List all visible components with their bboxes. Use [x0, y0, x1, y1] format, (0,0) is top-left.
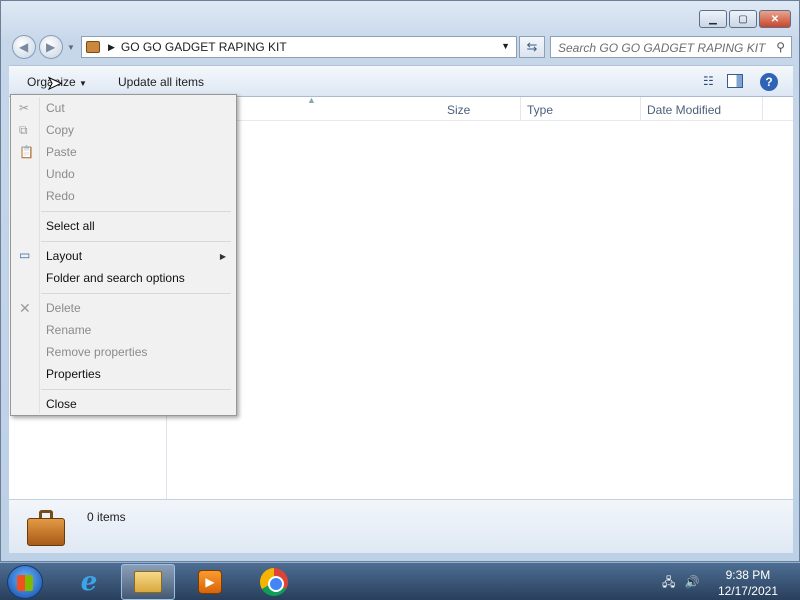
back-button[interactable]: ◀ — [12, 35, 36, 59]
menu-item-folder-options[interactable]: Folder and search options — [46, 271, 185, 285]
sort-arrow-icon: ▲ — [307, 95, 316, 105]
menu-item-paste[interactable]: Paste — [46, 145, 77, 159]
close-button[interactable]: ✕ — [759, 10, 791, 28]
layout-icon: ▭ — [19, 248, 31, 262]
taskbar-chrome[interactable] — [247, 564, 301, 600]
clock[interactable]: 9:38 PM 12/17/2021 — [718, 567, 778, 599]
copy-icon: ⧉ — [19, 123, 28, 137]
taskbar-media-player[interactable]: ▶ — [183, 564, 237, 600]
clock-time: 9:38 PM — [725, 568, 771, 582]
menu-separator — [41, 389, 231, 390]
preview-pane-icon[interactable] — [727, 74, 743, 88]
menu-item-undo[interactable]: Undo — [46, 167, 75, 181]
taskbar: e ▶ 🖧 🔊 9:38 PM 12/17/2021 — [0, 562, 800, 600]
menu-item-copy[interactable]: Copy — [46, 123, 74, 137]
command-bar: Organize ▼ Update all items ☷ ▼ ? — [9, 65, 793, 97]
taskbar-internet-explorer[interactable]: e — [62, 564, 116, 600]
system-tray: 🖧 🔊 — [662, 573, 700, 594]
column-divider[interactable] — [762, 97, 763, 121]
address-path[interactable]: GO GO GADGET RAPING KIT — [121, 40, 287, 54]
scissors-icon: ✂ — [19, 101, 30, 115]
menu-separator — [41, 211, 231, 212]
search-input[interactable]: Search GO GO GADGET RAPING KIT ⚲ — [550, 36, 792, 58]
menu-item-delete[interactable]: Delete — [46, 301, 81, 315]
search-placeholder: Search GO GO GADGET RAPING KIT — [558, 41, 766, 55]
chrome-icon — [260, 568, 288, 596]
menu-item-rename[interactable]: Rename — [46, 323, 91, 337]
menu-separator — [41, 293, 231, 294]
briefcase-icon — [86, 41, 100, 53]
column-size[interactable]: Size — [447, 103, 470, 117]
column-headers: ▲ Size Type Date Modified — [167, 95, 793, 121]
maximize-button[interactable]: ▢ — [729, 10, 757, 28]
breadcrumb-chevron-icon[interactable]: ▶ — [108, 42, 115, 53]
menu-item-cut[interactable]: Cut — [46, 101, 65, 115]
media-player-icon: ▶ — [198, 570, 222, 594]
caption-buttons: ▁ ▢ ✕ — [699, 10, 791, 28]
column-divider[interactable] — [520, 97, 521, 121]
chevron-down-icon: ▼ — [79, 79, 87, 88]
search-icon[interactable]: ⚲ — [776, 40, 785, 54]
recent-pages-dropdown[interactable]: ▼ — [67, 43, 75, 52]
delete-icon: ✕ — [19, 300, 31, 316]
volume-icon[interactable]: 🔊 — [685, 575, 700, 589]
back-arrow-icon: ◀ — [19, 40, 29, 54]
menu-item-properties[interactable]: Properties — [46, 367, 101, 381]
menu-item-select-all[interactable]: Select all — [46, 219, 95, 233]
start-button[interactable] — [7, 565, 43, 599]
item-count: 0 items — [87, 510, 126, 524]
forward-button[interactable]: ▶ — [39, 35, 63, 59]
menu-item-layout[interactable]: Layout — [46, 249, 82, 263]
column-type[interactable]: Type — [527, 103, 553, 117]
organize-menu: ✂ Cut ⧉ Copy 📋 Paste Undo Redo Select al… — [10, 94, 237, 416]
windows-logo-icon — [17, 575, 33, 591]
forward-arrow-icon: ▶ — [46, 40, 56, 54]
menu-item-redo[interactable]: Redo — [46, 189, 75, 203]
briefcase-icon — [27, 508, 67, 546]
minimize-button[interactable]: ▁ — [699, 10, 727, 28]
column-divider[interactable] — [640, 97, 641, 121]
windows-explorer-icon — [134, 571, 162, 593]
clock-date: 12/17/2021 — [717, 584, 778, 598]
help-icon[interactable]: ? — [760, 73, 778, 91]
details-pane: 0 items — [9, 499, 793, 553]
details-view-icon: ☷ — [702, 74, 714, 88]
mouse-cursor-icon: ➤ — [46, 73, 63, 94]
submenu-arrow-icon: ▶ — [219, 252, 226, 261]
menu-separator — [41, 241, 231, 242]
network-icon[interactable]: 🖧 — [662, 575, 675, 589]
menu-item-remove-properties[interactable]: Remove properties — [46, 345, 147, 359]
update-all-items-button[interactable]: Update all items — [118, 75, 204, 89]
address-dropdown-icon[interactable]: ▼ — [501, 41, 510, 51]
column-date-modified[interactable]: Date Modified — [647, 103, 721, 117]
paste-icon: 📋 — [19, 145, 34, 159]
refresh-button[interactable]: ⇆ — [519, 36, 545, 58]
menu-item-close[interactable]: Close — [46, 397, 77, 411]
internet-explorer-icon: e — [80, 567, 98, 597]
address-bar[interactable]: ▶ GO GO GADGET RAPING KIT ▼ — [81, 36, 517, 58]
taskbar-windows-explorer[interactable] — [121, 564, 175, 600]
